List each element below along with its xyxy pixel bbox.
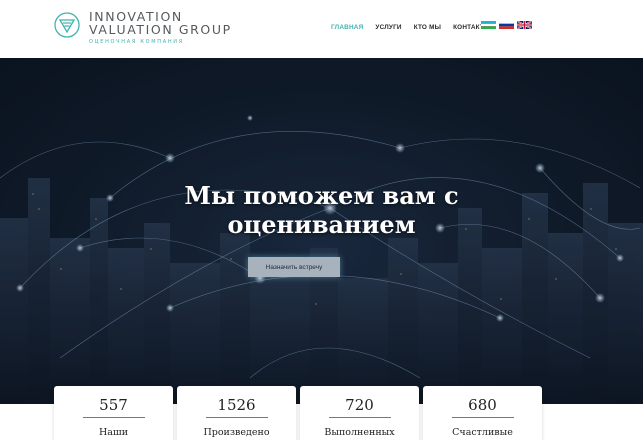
- stat-label: Наши: [98, 427, 129, 438]
- stat-value: 720: [345, 396, 374, 414]
- logo-mark-icon: [54, 12, 80, 38]
- main-nav: ГЛАВНАЯ УСЛУГИ КТО МЫ КОНТАКТЫ: [331, 24, 491, 31]
- schedule-meeting-button[interactable]: Назначить встречу: [248, 257, 340, 277]
- nav-item-services[interactable]: УСЛУГИ: [375, 24, 401, 31]
- stat-label: Произведено: [203, 427, 270, 438]
- stats-section: 557 Наши 1526 Произведено 720 Выполненны…: [0, 386, 643, 440]
- stat-value: 1526: [217, 396, 256, 414]
- stat-label: Выполненных: [324, 427, 395, 438]
- uk-flag-icon[interactable]: [517, 21, 532, 29]
- hero-title-line2: оцениванием: [227, 210, 416, 239]
- hero-title: Мы поможем вам с оцениванием: [0, 181, 643, 239]
- hero-title-line1: Мы поможем вам с: [184, 181, 459, 210]
- hero-section: Мы поможем вам с оцениванием Назначить в…: [0, 58, 643, 404]
- stat-card: 1526 Произведено: [177, 386, 296, 440]
- brand-name-line2: VALUATION GROUP: [89, 22, 232, 37]
- stat-value: 557: [99, 396, 128, 414]
- stat-value: 680: [468, 396, 497, 414]
- stat-card: 680 Счастливые: [423, 386, 542, 440]
- nav-item-home[interactable]: ГЛАВНАЯ: [331, 24, 363, 31]
- stat-card: 720 Выполненных: [300, 386, 419, 440]
- stat-divider: [82, 417, 145, 418]
- ru-flag-icon[interactable]: [499, 21, 514, 29]
- stat-card: 557 Наши: [54, 386, 173, 440]
- stat-label: Счастливые: [452, 427, 513, 438]
- brand-logo[interactable]: INNOVATION VALUATION GROUP ОЦЕНОЧНАЯ КОМ…: [54, 10, 232, 45]
- nav-item-about[interactable]: КТО МЫ: [414, 24, 441, 31]
- language-switcher: [481, 21, 532, 29]
- site-header: INNOVATION VALUATION GROUP ОЦЕНОЧНАЯ КОМ…: [0, 0, 643, 58]
- stat-divider: [451, 417, 514, 418]
- uz-flag-icon[interactable]: [481, 21, 496, 29]
- stat-divider: [205, 417, 268, 418]
- brand-tagline: ОЦЕНОЧНАЯ КОМПАНИЯ: [89, 39, 184, 45]
- stat-divider: [328, 417, 391, 418]
